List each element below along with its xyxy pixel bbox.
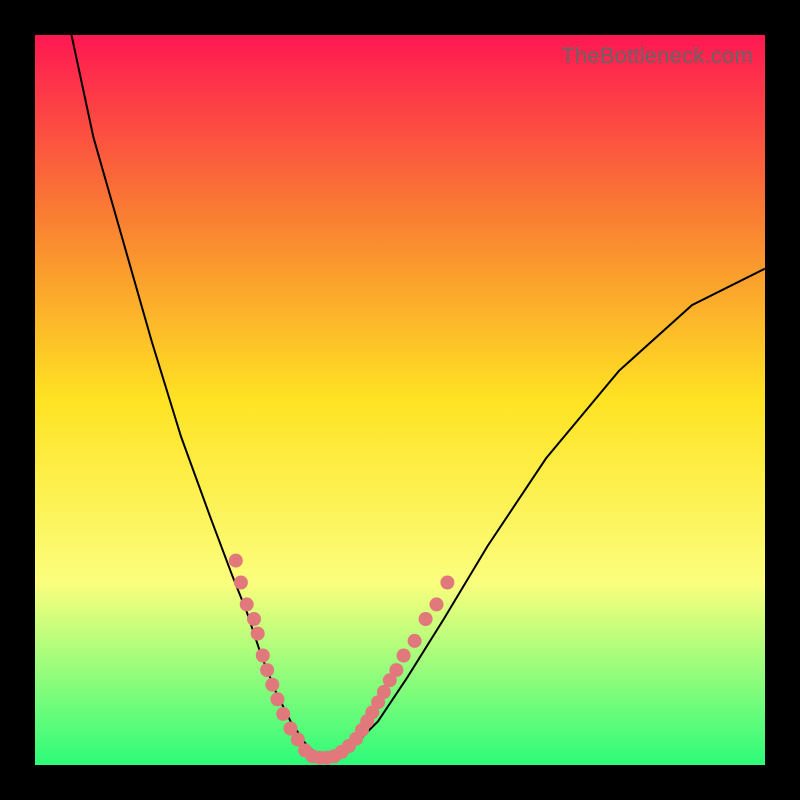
data-dot bbox=[313, 751, 327, 765]
data-dot bbox=[234, 576, 248, 590]
data-dot bbox=[430, 597, 444, 611]
data-dot bbox=[377, 685, 391, 699]
data-dot bbox=[371, 695, 385, 709]
data-dot bbox=[349, 732, 363, 746]
data-dot bbox=[440, 576, 454, 590]
data-dot bbox=[276, 707, 290, 721]
data-dot bbox=[240, 597, 254, 611]
data-dot bbox=[291, 733, 305, 747]
data-dot bbox=[419, 612, 433, 626]
watermark-text: TheBottleneck.com bbox=[561, 43, 753, 69]
data-dot bbox=[298, 743, 312, 757]
data-dot bbox=[360, 714, 374, 728]
data-dot bbox=[270, 692, 284, 706]
data-dot bbox=[229, 554, 243, 568]
chart-frame: TheBottleneck.com bbox=[0, 0, 800, 800]
data-dot bbox=[365, 705, 379, 719]
bottleneck-curve bbox=[72, 35, 766, 758]
data-dot bbox=[342, 739, 356, 753]
plot-area: TheBottleneck.com bbox=[35, 35, 765, 765]
data-dot bbox=[335, 745, 349, 759]
data-dot bbox=[305, 749, 319, 763]
data-dot bbox=[265, 678, 279, 692]
data-dot bbox=[256, 649, 270, 663]
data-dot bbox=[284, 722, 298, 736]
data-dot bbox=[247, 612, 261, 626]
data-dot bbox=[397, 649, 411, 663]
data-dot bbox=[260, 663, 274, 677]
data-dot bbox=[251, 627, 265, 641]
data-dot bbox=[383, 673, 397, 687]
data-dot bbox=[327, 749, 341, 763]
chart-svg bbox=[35, 35, 765, 765]
dots-group bbox=[229, 554, 455, 765]
data-dot bbox=[320, 751, 334, 765]
data-dot bbox=[408, 634, 422, 648]
data-dot bbox=[389, 663, 403, 677]
data-dot bbox=[355, 723, 369, 737]
